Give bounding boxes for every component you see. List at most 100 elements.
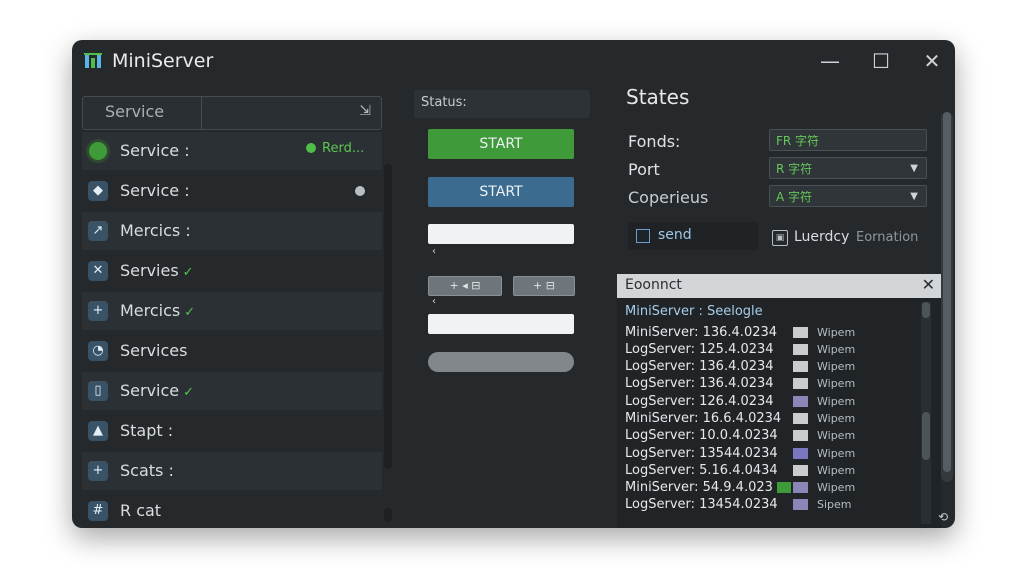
scrollbar-thumb[interactable] <box>943 112 951 472</box>
plus-icon: + <box>88 461 108 481</box>
input-field-1[interactable] <box>428 224 574 244</box>
log-row[interactable]: LogServer: 136.4.0234 Wipem <box>625 375 925 392</box>
check-icon: ✓ <box>184 305 196 320</box>
clock-icon: ◔ <box>88 341 108 361</box>
sidebar-item-r-cat[interactable]: # R cat <box>82 492 382 528</box>
settings-title: States <box>626 85 690 109</box>
app-window: MiniServer — ☐ ✕ Service ⇲ Service : Rer… <box>72 40 955 528</box>
color-swatch <box>793 413 808 424</box>
log-header: Eoonnct ✕ <box>617 274 941 298</box>
sidebar-item-mercics-1[interactable]: ↗ Mercics : <box>82 212 382 250</box>
log-row[interactable]: LogServer: 125.4.0234 Wipem <box>625 341 925 358</box>
sidebar-item-label: R cat <box>120 501 162 520</box>
settings-scrollbar[interactable] <box>941 112 953 482</box>
sidebar-item-servies[interactable]: ✕ Servies ✓ <box>82 252 382 290</box>
toolbar-group-a[interactable]: + ◂ ⊟ <box>428 276 502 296</box>
toolbar-group-b[interactable]: + ⊟ <box>513 276 575 296</box>
status-text: Rerd... <box>322 141 365 156</box>
sidebar-item-services[interactable]: ◔ Services <box>82 332 382 370</box>
log-row[interactable]: LogServer: 10.0.4.0234 Wipem <box>625 427 925 444</box>
sidebar-item-label: Stapt : <box>120 421 174 440</box>
log-panel: Eoonnct ✕ MiniServer : Seelogle MiniServ… <box>617 274 941 528</box>
sidebar-item-service-3[interactable]: ▯ Service ✓ <box>82 372 382 410</box>
scrollbar-thumb[interactable] <box>922 412 930 460</box>
sidebar-item-scats[interactable]: + Scats : <box>82 452 382 490</box>
color-swatch <box>793 482 808 493</box>
app-title: MiniServer <box>112 50 214 72</box>
log-header-title: Eoonnct <box>625 277 682 293</box>
resize-grip-icon[interactable]: ⟲ <box>938 510 948 524</box>
color-swatch <box>793 344 808 355</box>
chart-icon: ↗ <box>88 221 108 241</box>
title-bar: MiniServer — ☐ ✕ <box>72 40 955 84</box>
status-label: Status: <box>421 95 467 110</box>
setting-dropdown-port[interactable]: R 字符 ▼ <box>769 157 927 179</box>
sidebar-item-service-1[interactable]: Service : Rerd... <box>82 132 382 170</box>
plus-icon: + <box>88 301 108 321</box>
setting-label-port: Port <box>628 160 660 179</box>
document-icon: ▯ <box>88 381 108 401</box>
sidebar-item-label: Mercics : <box>120 221 191 240</box>
search-divider <box>201 97 202 129</box>
start-button-green[interactable]: START <box>428 129 574 159</box>
log-row[interactable]: LogServer: 13544.0234 Wipem <box>625 445 925 462</box>
calendar-icon[interactable]: ▣ <box>772 230 788 246</box>
color-swatch <box>793 448 808 459</box>
checkbox-icon <box>636 229 650 243</box>
color-swatch <box>793 465 808 476</box>
scrollbar-thumb-top[interactable] <box>922 302 930 318</box>
color-swatch <box>793 327 808 338</box>
chevron-left-icon[interactable]: ‹ <box>432 246 436 257</box>
status-dot-icon <box>89 142 107 160</box>
log-row[interactable]: MiniServer: 136.4.0234 Wipem <box>625 324 925 341</box>
setting-dropdown-coperieus[interactable]: A 字符 ▼ <box>769 185 927 207</box>
chevron-down-icon: ▼ <box>910 163 918 174</box>
close-button[interactable]: ✕ <box>918 49 946 73</box>
eornation-label: Eornation <box>856 230 919 245</box>
sidebar-search-box[interactable]: Service ⇲ <box>82 96 382 130</box>
log-row[interactable]: LogServer: 136.4.0234 Wipem <box>625 358 925 375</box>
maximize-button[interactable]: ☐ <box>867 49 895 73</box>
log-row[interactable]: MiniServer: 16.6.4.0234 Wipem <box>625 410 925 427</box>
color-swatch <box>793 396 808 407</box>
color-swatch <box>793 361 808 372</box>
sidebar-item-label: Scats : <box>120 461 174 480</box>
luerday-label[interactable]: Luerdcy <box>794 229 849 245</box>
check-icon: ✓ <box>182 265 194 280</box>
color-swatch-green <box>777 482 791 493</box>
log-title-row: MiniServer : Seelogle <box>625 304 763 319</box>
tools-icon: ✕ <box>88 261 108 281</box>
setting-label-fonds: Fonds: <box>628 132 681 151</box>
globe-icon: ◆ <box>88 181 108 201</box>
pin-icon[interactable]: ⇲ <box>359 103 371 119</box>
sidebar-item-stapt[interactable]: ▲ Stapt : <box>82 412 382 450</box>
start-button-blue[interactable]: START <box>428 177 574 207</box>
server-icon <box>84 53 102 68</box>
color-swatch <box>793 430 808 441</box>
chevron-down-icon: ▼ <box>910 191 918 202</box>
sidebar-item-label: Service : <box>120 181 190 200</box>
sidebar-item-label: Service ✓ <box>120 381 195 400</box>
log-row[interactable]: MiniServer: 54.9.4.023 Wipem <box>625 479 925 496</box>
minimize-button[interactable]: — <box>816 49 844 73</box>
log-scrollbar[interactable] <box>921 302 931 524</box>
log-row[interactable]: LogServer: 126.4.0234 Wipem <box>625 393 925 410</box>
chevron-left-icon[interactable]: ‹ <box>432 296 436 307</box>
sidebar-item-service-2[interactable]: ◆ Service : <box>82 172 382 210</box>
send-label: send <box>658 227 692 243</box>
setting-label-coperieus: Coperieus <box>628 188 709 207</box>
sidebar-item-mercics-2[interactable]: + Mercics ✓ <box>82 292 382 330</box>
check-icon: ✓ <box>183 385 195 400</box>
sidebar-scrollbar[interactable] <box>384 164 392 469</box>
input-field-2[interactable] <box>428 314 574 334</box>
progress-pill[interactable] <box>428 352 574 372</box>
sidebar-search-label: Service <box>105 102 165 121</box>
send-checkbox[interactable]: send <box>628 222 758 250</box>
log-row[interactable]: LogServer: 13454.0234 Sipem <box>625 496 925 513</box>
sidebar-item-label: Service : <box>120 141 190 160</box>
status-dot-grey-icon <box>355 186 365 196</box>
log-row[interactable]: LogServer: 5.16.4.0434 Wipem <box>625 462 925 479</box>
setting-field-fonds[interactable]: FR 字符 <box>769 129 927 151</box>
sidebar-scrollbar-end[interactable] <box>384 508 392 522</box>
close-icon[interactable]: ✕ <box>922 275 935 294</box>
